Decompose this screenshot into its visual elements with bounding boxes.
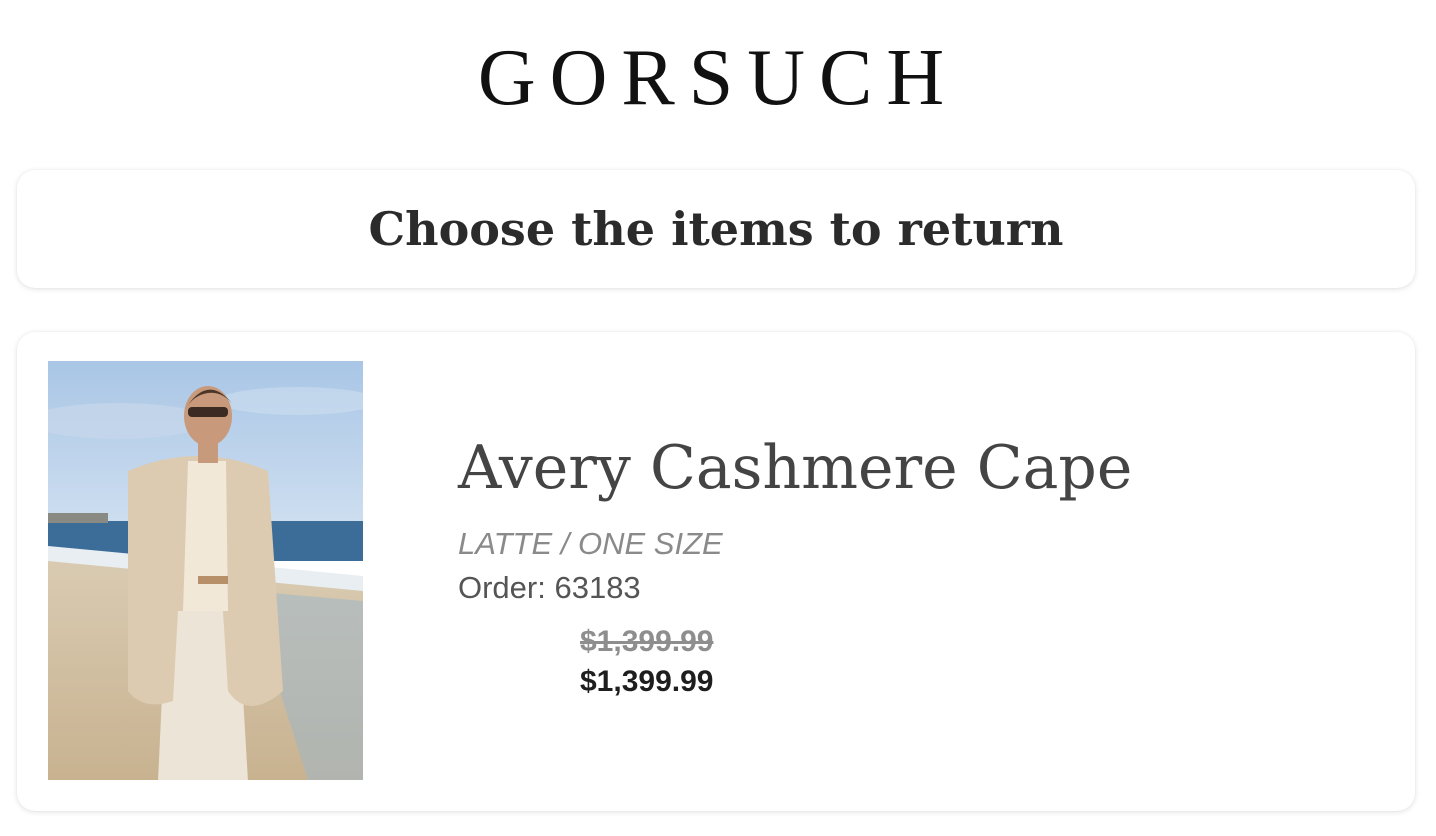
item-name[interactable]: Avery Cashmere Cape	[458, 432, 1132, 504]
item-order-number: Order: 63183	[458, 570, 641, 605]
brand-logo[interactable]: GORSUCH	[0, 36, 1436, 120]
original-price: $1,399.99	[580, 625, 714, 658]
item-variant: LATTE / ONE SIZE	[458, 526, 723, 561]
return-item-card[interactable]: Avery Cashmere Cape LATTE / ONE SIZE Ord…	[17, 332, 1415, 811]
page-title: Choose the items to return	[368, 202, 1064, 256]
current-price: $1,399.99	[580, 665, 714, 698]
item-details: Avery Cashmere Cape LATTE / ONE SIZE Ord…	[458, 432, 1132, 700]
return-page: GORSUCH Choose the items to return Avery…	[0, 0, 1436, 836]
price-block: $1,399.99 $1,399.99	[580, 624, 1132, 700]
product-photo-icon	[48, 361, 363, 780]
title-card: Choose the items to return	[17, 170, 1415, 288]
product-image[interactable]	[48, 361, 363, 780]
